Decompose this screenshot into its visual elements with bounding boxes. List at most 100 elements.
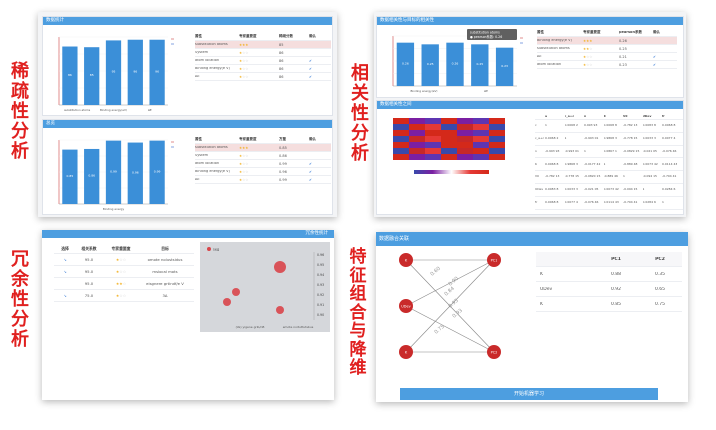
table-row[interactable]: ΔE ★☆☆ 0.99 ✔ [195,176,331,184]
table-row[interactable]: ↘ 95.0 ★☆☆ mslocal mots [54,266,194,278]
matrix-cell: -0.021 05 [584,188,599,192]
star-rating[interactable]: ★☆☆ [239,154,279,158]
confirm-checkbox[interactable]: ✔ [309,59,331,63]
confirm-checkbox[interactable]: ✔ [309,75,331,79]
column-header: 专家重要度 [583,30,601,34]
star-rating[interactable]: ★☆☆ [239,59,279,63]
matrix-cell: 0.0068 2 [545,136,559,140]
star-rating[interactable]: ★☆☆ [239,51,279,55]
bar-data-label: 0.26 [452,61,459,65]
table-row[interactable]: substitution atoms ★★★ 85 [195,41,331,49]
matrix-cell: n [535,149,537,153]
label-char: 征 [349,265,367,286]
table-row[interactable]: ↘ 75.0 ★☆☆ 3Δ [54,290,194,302]
select-checkbox[interactable]: ↘ [54,257,76,262]
table-row[interactable]: Binding energy(e V) ★☆☆ 0.96 ✔ [195,168,331,176]
pearson-bar-chart: 0.26 0.25 0.26 0.25 0.23 Binding energy(eV) ΔE… [392,29,523,93]
table-row[interactable]: 95.0 ★★☆ eisgnere grtindf/e V [54,278,194,290]
confirm-checkbox[interactable]: ✔ [653,55,675,59]
matrix-row: K 0.0068 8 0.9868 3 -0.0177 42 1 -0.889 48 0.0… [535,158,683,172]
heatmap-cell [473,124,489,130]
table-row[interactable]: ΔE ★☆☆ 0.21 ✔ [537,53,677,61]
confirm-checkbox[interactable]: ✔ [309,67,331,71]
heatmap-cell [393,154,409,160]
star-rating[interactable]: ★☆☆ [239,162,279,166]
matrix-cell: -0.076 46 [584,200,599,204]
star-rating[interactable]: ★☆☆ [102,269,140,274]
confirm-checkbox[interactable]: ✔ [309,178,331,182]
select-checkbox[interactable]: ↘ [54,269,76,274]
star-rating[interactable]: ★☆☆ [583,63,619,67]
matrix-cell: -0.704 41 [662,175,677,179]
sparsity-stats-card: 数据统计 86 85 95 96 96 substitution atoms Binding… [42,16,333,116]
heatmap-cell [457,154,473,160]
confirm-checkbox[interactable]: ✔ [309,162,331,166]
table-row[interactable]: ΔE ★☆☆ 86 ✔ [195,73,331,81]
column-header: 选择 [61,245,69,251]
legend-label: seg [213,248,219,252]
heatmap-cell [409,118,425,124]
table-row[interactable]: System ★☆☆ 86 [195,49,331,57]
matrix-row: c 1 0.0068 2 0.993 93 0.0068 8 -0.782 13 0.008… [535,120,683,133]
coefficient-value: 95.0 [84,269,94,274]
table-row[interactable]: Binding energy(e V) ★★★ 0.26 [537,37,677,45]
star-rating[interactable]: ★★★ [239,43,279,47]
attribute-name: atom location [195,161,220,165]
star-rating[interactable]: ★☆☆ [239,170,279,174]
star-rating[interactable]: ★☆☆ [239,178,279,182]
table-header-row: 属性 专家重要度 稀疏分数 确认 [195,33,331,41]
heatmap-cell [489,148,505,154]
star-icon: ☆ [245,153,249,158]
table-row[interactable]: ↘ 95.0 ★☆☆ omote nolustsidus [54,254,194,266]
bar-data-label: 0.99 [110,169,117,173]
attribute-name: System [195,50,209,54]
matrix-cell: 1 [564,136,567,140]
column-header: PC2 [655,256,665,262]
matrix-cell: V0 [535,175,539,179]
matrix-cell: fr [535,200,538,204]
pc1-value: 0.92 [610,286,622,292]
start-ml-button[interactable]: 开始机器学习 [400,388,658,400]
table-row[interactable]: atom location ★☆☆ 0.99 ✔ [195,160,331,168]
confirm-checkbox[interactable]: ✔ [653,63,675,67]
matrix-cell: -0.704 41 [623,200,638,204]
star-rating[interactable]: ★☆☆ [583,55,619,59]
table-row[interactable]: atom location ★☆☆ 0.23 ✔ [537,61,677,69]
matrix-cell: 0.0083 8 [545,188,559,192]
heatmap-cell [457,124,473,130]
star-rating[interactable]: ★★☆ [102,281,140,286]
star-rating[interactable]: ★★★ [239,146,279,150]
table-row[interactable]: System ★☆☆ 0.86 [195,152,331,160]
matrix-column-header: n [584,113,587,118]
y-tick-label: 0.96 [317,253,324,257]
table-header-row: PC1 PC2 [536,252,682,267]
column-header: 属性 [195,137,202,141]
score-value: 0.23 [619,62,627,67]
star-rating[interactable]: ★☆☆ [239,67,279,71]
matrix-cell: -0.094 15 [623,188,638,192]
star-rating[interactable]: ★☆☆ [102,293,140,298]
star-rating[interactable]: ★★☆ [583,47,619,51]
score-value: 86 [279,50,284,55]
matrix-column-header: fr [662,113,665,118]
heatmap-cell [393,136,409,142]
coefficient-value: 95.0 [84,281,94,286]
select-checkbox[interactable]: ↘ [54,293,76,298]
star-rating[interactable]: ★★★ [583,39,619,43]
matrix-cell: 0.0068 8 [545,162,559,166]
matrix-row: n -0.993 93 -0.993 01 1 0.0867 1 -0.0829 15 -0… [535,146,683,159]
column-header: 属性 [537,30,544,34]
table-row[interactable]: atom location ★☆☆ 86 ✔ [195,57,331,65]
table-row[interactable]: Binding energy(e V) ★☆☆ 86 ✔ [195,65,331,73]
star-rating[interactable]: ★☆☆ [102,257,140,262]
bar-data-label: 95 [112,70,116,74]
heatmap-cell [409,142,425,148]
label-char: 析 [11,329,29,350]
table-row[interactable]: substitution atoms ★★★ 0.85 [195,144,331,152]
score-value: 0.99 [279,177,287,182]
score-value: 0.99 [279,161,287,166]
table-row[interactable]: substitution atoms ★★☆ 0.25 [537,45,677,53]
confirm-checkbox[interactable]: ✔ [309,170,331,174]
star-rating[interactable]: ★☆☆ [239,75,279,79]
matrix-cell: -0.094 15 [642,175,657,179]
